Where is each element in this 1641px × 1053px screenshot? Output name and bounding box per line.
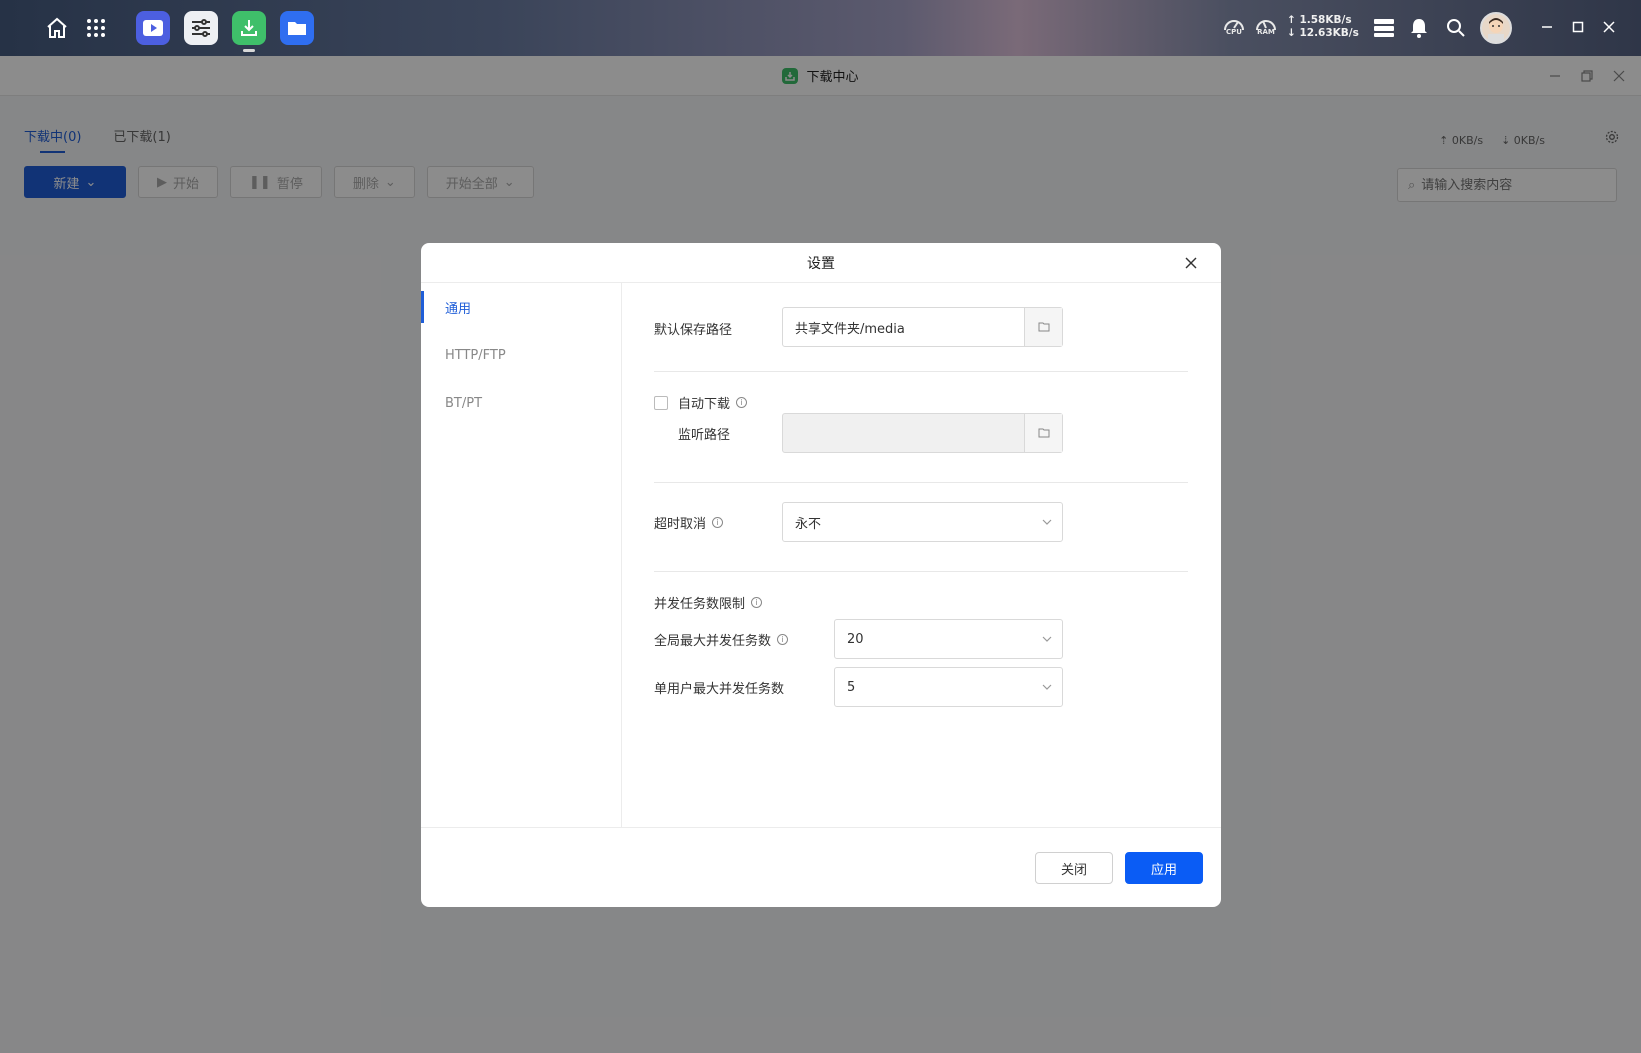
chevron-down-icon <box>1032 684 1062 690</box>
divider <box>654 571 1188 572</box>
apply-button[interactable]: 应用 <box>1125 852 1203 884</box>
download-rate: ↓ 12.63KB/s <box>1287 27 1359 39</box>
info-icon[interactable]: i <box>751 597 763 608</box>
notification-bell-icon[interactable] <box>1403 12 1435 44</box>
auto-download-row: 自动下载 i <box>654 393 748 412</box>
download-center-app-icon[interactable] <box>232 11 266 45</box>
chevron-down-icon <box>1032 519 1062 525</box>
close-icon[interactable] <box>1181 253 1201 273</box>
divider <box>654 482 1188 483</box>
avatar[interactable] <box>1480 12 1512 44</box>
system-close-icon[interactable] <box>1597 15 1621 39</box>
timeout-label: 超时取消 <box>654 517 707 532</box>
timeout-row: 超时取消 i <box>654 513 724 532</box>
default-path-value: 共享文件夹/media <box>795 321 905 337</box>
ram-gauge[interactable]: RAM <box>1252 14 1280 44</box>
search-icon[interactable] <box>1440 12 1472 44</box>
system-maximize-icon[interactable] <box>1566 15 1590 39</box>
running-indicator <box>243 49 255 52</box>
video-app-icon[interactable] <box>136 11 170 45</box>
global-max-row: 全局最大并发任务数 i <box>654 630 789 649</box>
close-button[interactable]: 关闭 <box>1035 852 1113 884</box>
per-user-max-label: 单用户最大并发任务数 <box>654 682 785 697</box>
auto-download-checkbox[interactable] <box>654 395 668 410</box>
per-user-max-row: 单用户最大并发任务数 <box>654 678 784 697</box>
upload-rate: ↑ 1.58KB/s <box>1287 14 1352 26</box>
divider <box>654 371 1188 372</box>
global-max-select[interactable]: 20 <box>834 619 1063 659</box>
sidebar-item-http-ftp[interactable]: HTTP/FTP <box>421 331 621 379</box>
default-path-row: 默认保存路径 <box>654 319 732 338</box>
timeout-value: 永不 <box>795 516 822 532</box>
widgets-icon[interactable] <box>1368 12 1400 44</box>
timeout-select[interactable]: 永不 <box>782 502 1063 542</box>
system-taskbar: CPU RAM ↑ 1.58KB/s ↓ 12.63KB/s <box>0 0 1641 56</box>
cpu-gauge[interactable]: CPU <box>1220 14 1248 44</box>
home-icon[interactable] <box>41 12 73 44</box>
default-path-field[interactable]: 共享文件夹/media <box>782 307 1063 347</box>
per-user-max-value: 5 <box>847 679 856 695</box>
dialog-footer: 关闭 应用 <box>421 827 1221 907</box>
concurrency-label: 并发任务数限制 <box>654 597 746 612</box>
sidebar-item-bt-pt[interactable]: BT/PT <box>421 379 621 427</box>
folder-browse-button[interactable] <box>1024 308 1062 346</box>
dialog-title: 设置 <box>807 255 835 272</box>
watch-path-label: 监听路径 <box>678 428 731 443</box>
network-rates[interactable]: ↑ 1.58KB/s ↓ 12.63KB/s <box>1287 14 1359 40</box>
dialog-header: 设置 <box>421 243 1221 283</box>
per-user-max-select[interactable]: 5 <box>834 667 1063 707</box>
info-icon[interactable]: i <box>712 517 724 528</box>
folder-browse-button-disabled <box>1024 414 1062 452</box>
watch-path-row: 监听路径 <box>678 424 730 443</box>
chevron-down-icon <box>1032 636 1062 642</box>
file-manager-icon[interactable] <box>280 11 314 45</box>
control-panel-icon[interactable] <box>184 11 218 45</box>
global-max-value: 20 <box>847 631 864 647</box>
ram-label: RAM <box>1257 28 1275 36</box>
sidebar-item-general[interactable]: 通用 <box>421 283 621 331</box>
default-path-label: 默认保存路径 <box>654 323 733 338</box>
apps-grid-icon[interactable] <box>80 12 112 44</box>
system-minimize-icon[interactable] <box>1535 15 1559 39</box>
info-icon[interactable]: i <box>736 397 748 408</box>
cpu-label: CPU <box>1226 28 1242 36</box>
concurrency-row: 并发任务数限制 i <box>654 593 763 612</box>
watch-path-field <box>782 413 1063 453</box>
settings-sidebar: 通用 HTTP/FTP BT/PT <box>421 283 622 827</box>
auto-download-label: 自动下载 <box>678 397 731 412</box>
settings-dialog: 设置 通用 HTTP/FTP BT/PT 默认保存路径 共享文件夹/media … <box>421 243 1221 907</box>
global-max-label: 全局最大并发任务数 <box>654 634 772 649</box>
info-icon[interactable]: i <box>777 634 789 645</box>
